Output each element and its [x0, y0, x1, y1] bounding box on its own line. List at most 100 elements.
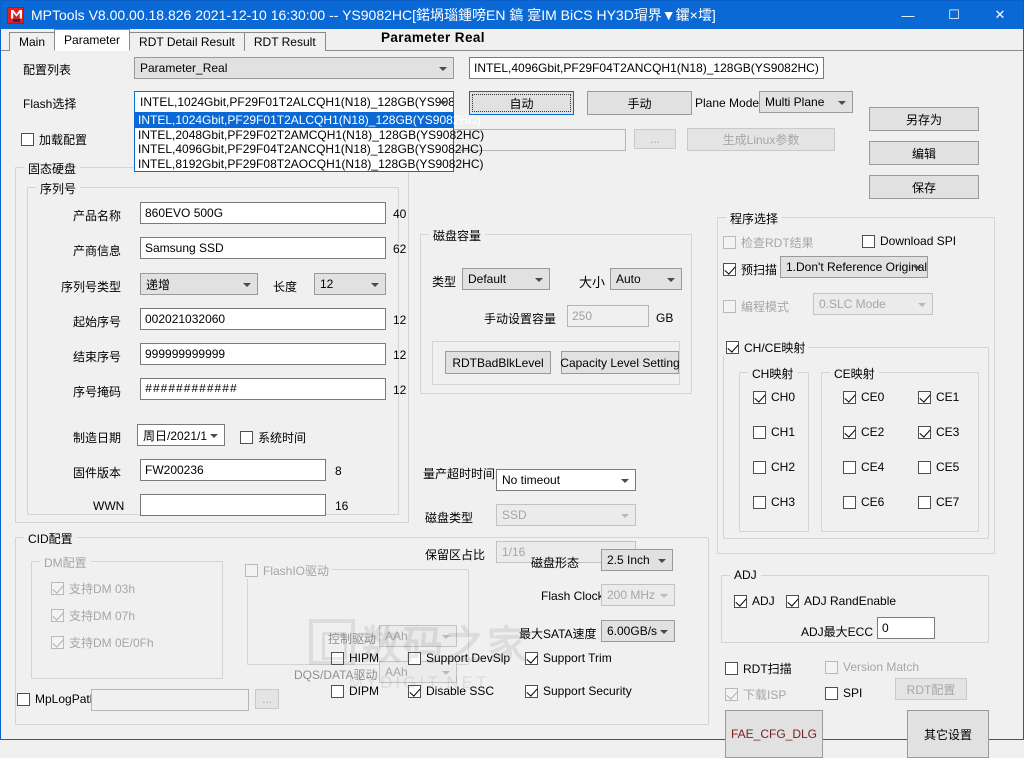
- checkbox-ce1[interactable]: CE1: [918, 390, 959, 404]
- checkbox-ce4[interactable]: CE4: [843, 460, 884, 474]
- tab-rdt-result[interactable]: RDT Result: [243, 32, 326, 51]
- length-label: 长度: [273, 280, 298, 294]
- flash-select-combo[interactable]: INTEL,1024Gbit,PF29F01T2ALCQH1(N18)_128G…: [134, 91, 454, 113]
- checkbox-ch2[interactable]: CH2: [753, 460, 795, 474]
- rdt-scan-checkbox[interactable]: RDT扫描: [725, 660, 792, 677]
- close-button[interactable]: ✕: [977, 1, 1023, 29]
- flash-option-2[interactable]: INTEL,4096Gbit,PF29F04T2ANCQH1(N18)_128G…: [135, 142, 483, 157]
- download-isp-checkbox[interactable]: 下载ISP: [725, 686, 786, 703]
- adj-rand-enable-checkbox[interactable]: ADJ RandEnable: [786, 594, 896, 608]
- adj-max-ecc-input[interactable]: 0: [877, 617, 935, 639]
- config-list-combo[interactable]: Parameter_Real: [134, 57, 454, 79]
- manual-capacity-input[interactable]: 250: [567, 305, 649, 327]
- flashio-box: [245, 564, 258, 577]
- ch3-label: CH3: [771, 495, 796, 509]
- checkbox-ce7[interactable]: CE7: [918, 495, 959, 509]
- manual-button[interactable]: 手动: [587, 91, 692, 115]
- mfg-date-combo[interactable]: 周日/2021/1: [137, 424, 225, 446]
- tab-main[interactable]: Main: [9, 32, 56, 51]
- sn-type-combo[interactable]: 递增: [140, 273, 258, 295]
- plane-mode-combo[interactable]: Multi Plane: [759, 91, 853, 113]
- form-factor-combo[interactable]: 2.5 Inch: [601, 549, 673, 571]
- dqs-data-drive-label: DQS/DATA驱动: [294, 668, 378, 682]
- spi-label: SPI: [843, 686, 863, 700]
- hipm-checkbox[interactable]: HIPM: [331, 651, 379, 665]
- flash-info-field[interactable]: INTEL,4096Gbit,PF29F04T2ANCQH1(N18)_128G…: [469, 57, 824, 79]
- mplogpath-browse-button[interactable]: ...: [255, 689, 279, 709]
- edit-button[interactable]: 编辑: [869, 141, 979, 165]
- minimize-button[interactable]: —: [885, 1, 931, 29]
- mplogpath-checkbox[interactable]: MpLogPath: [17, 692, 96, 706]
- sata-speed-combo[interactable]: 6.00GB/s: [601, 620, 675, 642]
- generate-linux-params-button[interactable]: 生成Linux参数: [687, 128, 835, 151]
- checkbox-ce3[interactable]: CE3: [918, 425, 959, 439]
- timeout-combo[interactable]: No timeout: [496, 469, 636, 491]
- flash-option-3[interactable]: INTEL,8192Gbit,PF29F08T2AOCQH1(N18)_128G…: [135, 157, 484, 172]
- mplogpath-input[interactable]: [91, 689, 249, 711]
- flashio-drive-checkbox[interactable]: FlashIO驱动: [242, 562, 333, 579]
- rdt-badblk-level-button[interactable]: RDTBadBlkLevel: [445, 351, 551, 374]
- auto-button[interactable]: 自动: [469, 91, 574, 115]
- load-config-checkbox[interactable]: 加载配置: [21, 131, 87, 148]
- flash-clock-combo[interactable]: 200 MHz: [601, 584, 675, 606]
- fw-version-input[interactable]: FW200236: [140, 459, 326, 481]
- fae-cfg-dlg-button[interactable]: FAE_CFG_DLG: [725, 710, 823, 758]
- prescan-checkbox[interactable]: 预扫描: [723, 261, 777, 278]
- sn-mask-input[interactable]: ############: [140, 378, 386, 400]
- save-button[interactable]: 保存: [869, 175, 979, 199]
- config-list-label-wrap: 配置列表: [23, 61, 71, 78]
- rdt-config-button[interactable]: RDT配置: [895, 678, 967, 700]
- support-trim-checkbox[interactable]: Support Trim: [525, 651, 612, 665]
- save-as-button[interactable]: 另存为: [869, 107, 979, 131]
- checkbox-ch1[interactable]: CH1: [753, 425, 795, 439]
- program-mode-combo[interactable]: 0.SLC Mode: [813, 293, 933, 315]
- checkbox-ce6[interactable]: CE6: [843, 495, 884, 509]
- browse-button[interactable]: ...: [634, 129, 676, 149]
- length-combo[interactable]: 12: [314, 273, 386, 295]
- checkbox-ce0[interactable]: CE0: [843, 390, 884, 404]
- auto-label: 自动: [472, 94, 571, 112]
- version-match-checkbox[interactable]: Version Match: [825, 660, 919, 674]
- dm-03h-checkbox[interactable]: 支持DM 03h: [51, 580, 135, 597]
- vendor-input[interactable]: Samsung SSD: [140, 237, 386, 259]
- checkbox-ce2[interactable]: CE2: [843, 425, 884, 439]
- support-security-checkbox[interactable]: Support Security: [525, 684, 632, 698]
- capacity-size-combo[interactable]: Auto: [610, 268, 682, 290]
- capacity-level-label: Capacity Level Setting: [560, 355, 680, 370]
- flash-option-1[interactable]: INTEL,2048Gbit,PF29F02T2AMCQH1(N18)_128G…: [135, 128, 484, 143]
- flash-select-dropdown[interactable]: INTEL,1024Gbit,PF29F01T2ALCQH1(N18)_128G…: [134, 112, 484, 172]
- chce-mapping-checkbox[interactable]: CH/CE映射: [723, 339, 809, 356]
- check-rdt-result-checkbox[interactable]: 检查RDT结果: [723, 234, 814, 251]
- disk-type-combo[interactable]: SSD: [496, 504, 636, 526]
- check-rdt-result-box: [723, 236, 736, 249]
- vendor-value: Samsung SSD: [145, 241, 224, 255]
- flash-option-0[interactable]: INTEL,1024Gbit,PF29F01T2ALCQH1(N18)_128G…: [135, 113, 481, 128]
- prescan-combo[interactable]: 1.Don't Reference Original: [780, 256, 928, 278]
- ctrl-drive-combo[interactable]: AAh: [379, 625, 457, 647]
- dipm-checkbox[interactable]: DIPM: [331, 684, 379, 698]
- tab-parameter[interactable]: Parameter: [54, 29, 131, 51]
- wwn-input[interactable]: [140, 494, 326, 516]
- checkbox-ch3[interactable]: CH3: [753, 495, 795, 509]
- product-name-input[interactable]: 860EVO 500G: [140, 202, 386, 224]
- page-title: Parameter Real: [381, 30, 485, 45]
- other-settings-button[interactable]: 其它设置: [907, 710, 989, 758]
- sn-start-input[interactable]: 002021032060: [140, 308, 386, 330]
- disable-ssc-checkbox[interactable]: Disable SSC: [408, 684, 494, 698]
- capacity-level-setting-button[interactable]: Capacity Level Setting: [560, 351, 680, 374]
- capacity-type-combo[interactable]: Default: [462, 268, 550, 290]
- checkbox-ce5[interactable]: CE5: [918, 460, 959, 474]
- adj-checkbox[interactable]: ADJ: [734, 594, 775, 608]
- system-time-checkbox[interactable]: 系统时间: [240, 429, 306, 446]
- support-devslp-checkbox[interactable]: Support DevSlp: [408, 651, 510, 665]
- checkbox-ch0[interactable]: CH0: [753, 390, 795, 404]
- dm-0e0fh-checkbox[interactable]: 支持DM 0E/0Fh: [51, 634, 154, 651]
- sn-end-input[interactable]: 999999999999: [140, 343, 386, 365]
- download-spi-checkbox[interactable]: Download SPI: [862, 234, 956, 248]
- spi-checkbox[interactable]: SPI: [825, 686, 862, 700]
- dm-07h-checkbox[interactable]: 支持DM 07h: [51, 607, 135, 624]
- tab-strip: Main Parameter RDT Detail Result RDT Res…: [1, 29, 1023, 51]
- program-mode-checkbox[interactable]: 编程模式: [723, 298, 789, 315]
- maximize-button[interactable]: ☐: [931, 1, 977, 29]
- tab-rdt-detail-result[interactable]: RDT Detail Result: [129, 32, 245, 51]
